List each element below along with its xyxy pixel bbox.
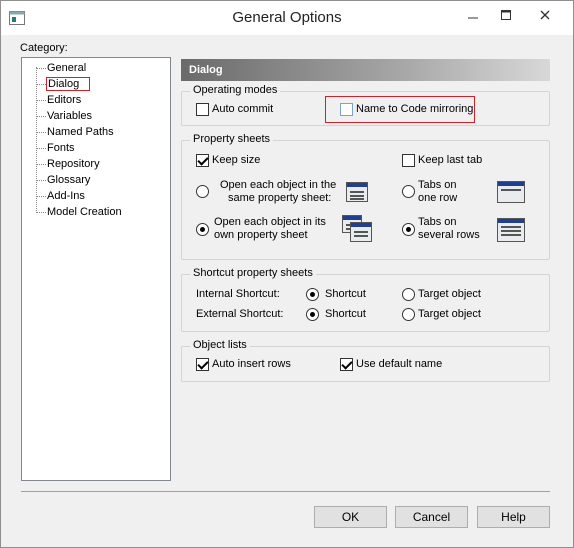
ok-button[interactable]: OK	[314, 506, 387, 528]
category-label: Category:	[20, 42, 68, 54]
tabs-one-row-icon	[497, 181, 525, 203]
tree-item-general[interactable]: General	[36, 60, 86, 76]
group-title: Shortcut property sheets	[190, 267, 316, 279]
tree-item-add-ins[interactable]: Add-Ins	[36, 188, 85, 204]
internal-shortcut-label: Internal Shortcut:	[196, 288, 280, 300]
tree-item-label-selected: Dialog	[45, 77, 91, 91]
tree-item-variables[interactable]: Variables	[36, 108, 92, 124]
auto-insert-rows-checkbox[interactable]	[196, 358, 209, 371]
tabs-several-rows-label-2: several rows	[418, 229, 480, 241]
tree-item-label: General	[47, 62, 87, 74]
open-same-sheet-label-1: Open each object in the	[220, 179, 337, 191]
tree-item-label: Model Creation	[47, 206, 122, 218]
tree-item-model-creation[interactable]: Model Creation	[36, 204, 122, 220]
tabs-one-row-radio[interactable]	[402, 185, 415, 198]
name-to-code-mirroring-label: Name to Code mirroring	[356, 103, 474, 115]
general-options-window: General Options Category: General Dialog…	[0, 0, 574, 548]
group-title: Property sheets	[190, 133, 274, 145]
external-shortcut-label: External Shortcut:	[196, 308, 284, 320]
tree-item-label: Named Paths	[47, 126, 114, 138]
tabs-several-rows-label-1: Tabs on	[418, 216, 457, 228]
category-tree[interactable]: General Dialog Editors Variables Named P…	[21, 57, 171, 481]
internal-shortcut-option-label: Shortcut	[325, 288, 366, 300]
keep-size-label: Keep size	[212, 154, 261, 166]
tabs-one-row-label-2: one row	[418, 192, 458, 204]
close-icon	[540, 10, 550, 20]
minimize-icon	[468, 17, 478, 19]
tabs-several-rows-icon	[497, 218, 525, 242]
minimize-button[interactable]	[458, 5, 488, 25]
internal-target-object-label: Target object	[418, 288, 481, 300]
tree-item-named-paths[interactable]: Named Paths	[36, 124, 114, 140]
tree-item-label: Fonts	[47, 142, 75, 154]
tabs-one-row-label-1: Tabs on	[418, 179, 457, 191]
multiple-sheets-icon-back	[350, 222, 372, 242]
use-default-name-label: Use default name	[356, 358, 443, 370]
tree-item-dialog[interactable]: Dialog	[36, 76, 91, 92]
tree-item-label: Repository	[47, 158, 100, 170]
external-target-object-radio[interactable]	[402, 308, 415, 321]
open-own-sheet-radio[interactable]	[196, 223, 209, 236]
external-target-object-label: Target object	[418, 308, 481, 320]
external-shortcut-option-label: Shortcut	[325, 308, 366, 320]
open-own-sheet-label-1: Open each object in its	[214, 216, 326, 228]
tree-item-fonts[interactable]: Fonts	[36, 140, 75, 156]
internal-shortcut-radio[interactable]	[306, 288, 319, 301]
tree-item-editors[interactable]: Editors	[36, 92, 81, 108]
cancel-button[interactable]: Cancel	[395, 506, 468, 528]
auto-commit-label: Auto commit	[212, 103, 274, 115]
keep-size-checkbox[interactable]	[196, 154, 209, 167]
internal-target-object-radio[interactable]	[402, 288, 415, 301]
external-shortcut-radio[interactable]	[306, 308, 319, 321]
single-sheet-icon	[346, 182, 368, 202]
help-button[interactable]: Help	[477, 506, 550, 528]
keep-last-tab-label: Keep last tab	[418, 154, 483, 166]
use-default-name-checkbox[interactable]	[340, 358, 353, 371]
title-bar[interactable]: General Options	[1, 1, 573, 35]
close-button[interactable]	[522, 3, 568, 23]
tabs-several-rows-radio[interactable]	[402, 223, 415, 236]
open-same-sheet-label-2: same property sheet:	[228, 192, 332, 204]
tree-item-label: Glossary	[47, 174, 91, 186]
group-title: Operating modes	[190, 84, 281, 96]
tree-item-label: Variables	[47, 110, 93, 122]
open-own-sheet-label-2: own property sheet	[214, 229, 308, 241]
section-header: Dialog	[181, 59, 550, 81]
open-same-sheet-radio[interactable]	[196, 185, 209, 198]
tree-item-label: Add-Ins	[47, 190, 85, 202]
group-shortcut-property-sheets: Shortcut property sheets	[181, 267, 550, 332]
group-title: Object lists	[190, 339, 250, 351]
tree-item-label: Editors	[47, 94, 82, 106]
auto-insert-rows-label: Auto insert rows	[212, 358, 291, 370]
footer-divider	[21, 491, 550, 492]
auto-commit-checkbox[interactable]	[196, 103, 209, 116]
name-to-code-mirroring-checkbox[interactable]	[340, 103, 353, 116]
tree-item-repository[interactable]: Repository	[36, 156, 100, 172]
tree-item-glossary[interactable]: Glossary	[36, 172, 90, 188]
maximize-button[interactable]	[491, 5, 521, 25]
maximize-icon	[501, 10, 511, 20]
keep-last-tab-checkbox[interactable]	[402, 154, 415, 167]
